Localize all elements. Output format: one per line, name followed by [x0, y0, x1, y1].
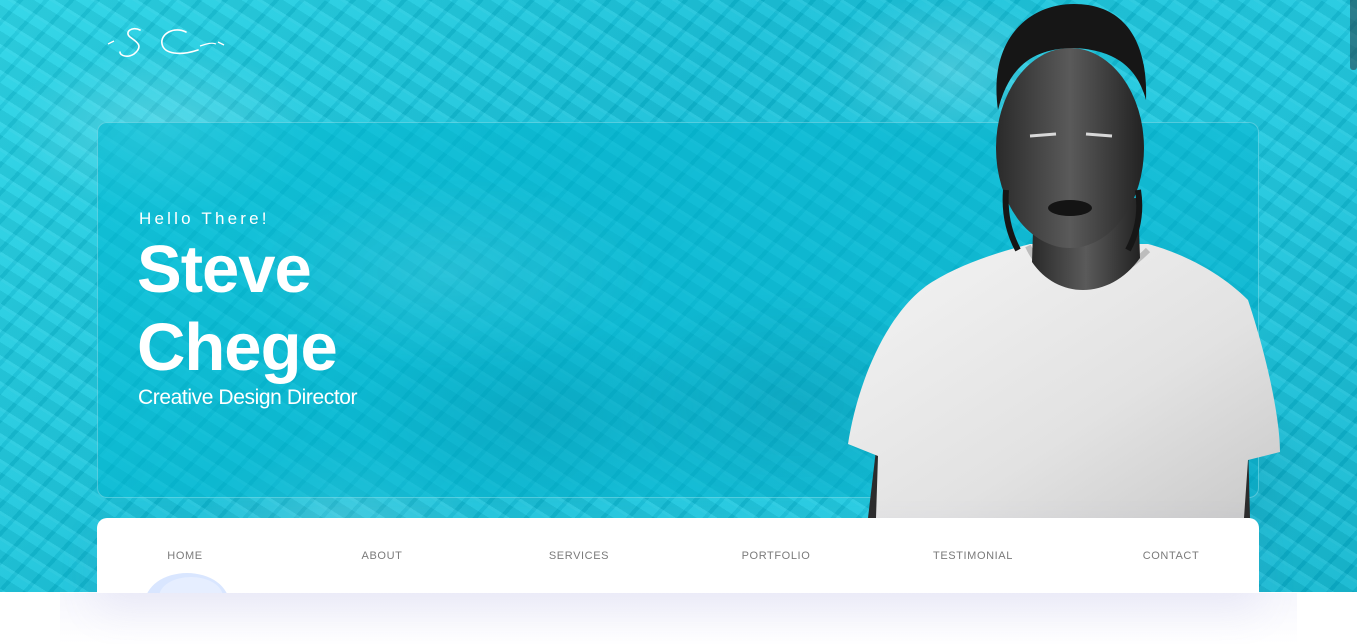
- nav-item-testimonial[interactable]: TESTIMONIAL: [913, 550, 1033, 562]
- hero-role: Creative Design Director: [138, 386, 358, 409]
- nav-shadow: [60, 593, 1297, 644]
- scrollbar-thumb[interactable]: [1350, 0, 1357, 70]
- main-nav: HOME ABOUT SERVICES PORTFOLIO TESTIMONIA…: [97, 518, 1259, 593]
- nav-item-home[interactable]: HOME: [125, 550, 245, 562]
- hero-name: Steve Chege: [137, 231, 537, 387]
- signature-logo[interactable]: [104, 22, 228, 62]
- hero-first-name: Steve: [137, 232, 312, 307]
- nav-item-contact[interactable]: CONTACT: [1111, 550, 1231, 562]
- profile-photo: [848, 4, 1280, 518]
- nav-item-about[interactable]: ABOUT: [322, 550, 442, 562]
- decorative-blob: [145, 573, 229, 593]
- hero-section: Hello There! Steve Chege Creative Design…: [0, 0, 1357, 592]
- nav-item-services[interactable]: SERVICES: [519, 550, 639, 562]
- nav-item-portfolio[interactable]: PORTFOLIO: [716, 550, 836, 562]
- hero-greeting: Hello There!: [139, 209, 270, 228]
- hero-last-name: Chege: [137, 310, 338, 385]
